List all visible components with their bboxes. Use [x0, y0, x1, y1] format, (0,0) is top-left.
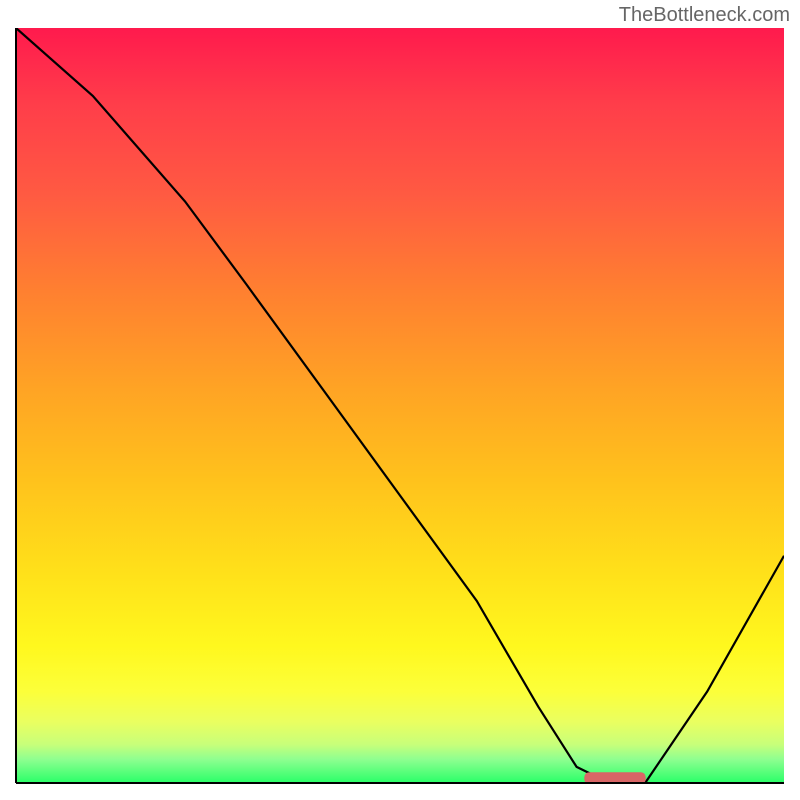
- chart-svg: [16, 28, 784, 782]
- optimal-region-marker: [584, 772, 645, 782]
- bottleneck-curve: [16, 28, 784, 782]
- watermark-text: TheBottleneck.com: [619, 4, 790, 27]
